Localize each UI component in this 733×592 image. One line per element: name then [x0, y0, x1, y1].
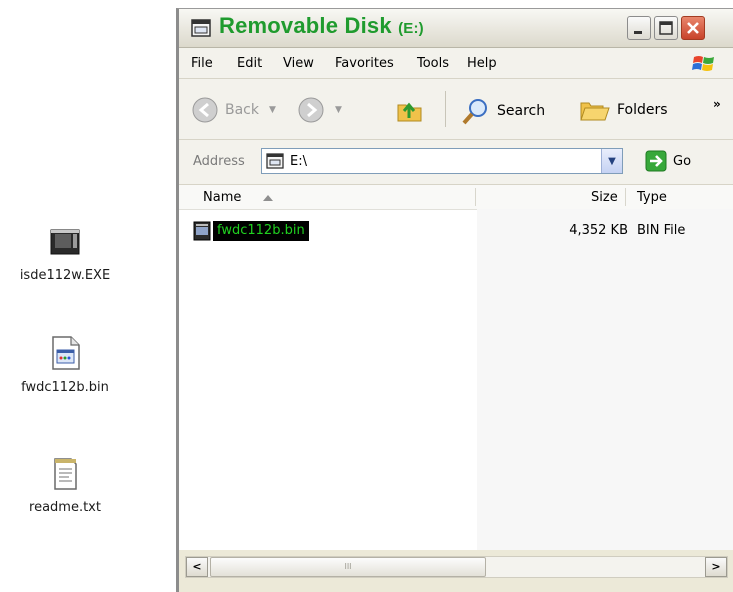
- close-icon: [687, 22, 699, 34]
- toolbar-separator: [445, 91, 446, 127]
- window-title-main: Removable Disk: [219, 13, 392, 38]
- minimize-button[interactable]: [627, 16, 651, 40]
- column-header-size[interactable]: Size: [591, 190, 618, 205]
- toolbar: Back ▼ ▼ Search Folders »: [179, 79, 733, 140]
- window-title: Removable Disk (E:): [219, 13, 424, 39]
- file-size: 4,352 KB: [569, 223, 628, 238]
- desktop-icon-txt[interactable]: readme.txt: [0, 456, 130, 515]
- go-label: Go: [673, 153, 692, 169]
- address-label: Address: [193, 154, 245, 169]
- file-type: BIN File: [637, 223, 686, 238]
- explorer-window: Removable Disk (E:) File Edit View Favor…: [176, 8, 733, 592]
- column-divider[interactable]: [625, 188, 626, 206]
- back-label: Back: [225, 102, 259, 118]
- search-label: Search: [497, 103, 546, 119]
- menu-bar: File Edit View Favorites Tools Help: [179, 48, 733, 79]
- desktop-icon-label: fwdc112b.bin: [21, 380, 109, 395]
- menu-tools[interactable]: Tools: [417, 56, 449, 71]
- windows-logo-icon: [692, 56, 714, 71]
- window-title-drive: (E:): [398, 20, 424, 37]
- toolbar-overflow-chevron[interactable]: »: [713, 97, 721, 111]
- address-input[interactable]: E:\ ▼: [261, 148, 623, 174]
- maximize-button[interactable]: [654, 16, 678, 40]
- file-list: Name Size Type fwdc112b.bin 4,352 KB BIN…: [179, 185, 733, 550]
- column-divider[interactable]: [475, 188, 476, 206]
- drive-address-icon: [266, 153, 284, 169]
- bin-file-small-icon: [193, 221, 211, 241]
- minimize-icon: [634, 31, 642, 34]
- address-dropdown-button[interactable]: ▼: [601, 149, 622, 173]
- title-bar[interactable]: Removable Disk (E:): [179, 9, 733, 48]
- text-file-icon: [54, 458, 77, 490]
- up-folder-button[interactable]: [395, 96, 425, 124]
- folders-label: Folders: [617, 102, 668, 118]
- column-headers: Name Size Type: [179, 185, 733, 210]
- menu-favorites[interactable]: Favorites: [335, 56, 394, 71]
- file-name[interactable]: fwdc112b.bin: [213, 221, 309, 241]
- forward-dropdown-icon[interactable]: ▼: [335, 105, 342, 115]
- search-button[interactable]: Search: [461, 96, 545, 126]
- address-value: E:\: [290, 154, 307, 169]
- sorted-column-shade: [477, 209, 733, 550]
- menu-view[interactable]: View: [283, 56, 314, 71]
- go-button[interactable]: Go: [645, 150, 691, 172]
- bin-file-icon: [52, 336, 80, 370]
- folders-button[interactable]: Folders: [579, 96, 668, 124]
- drive-window-icon: [191, 19, 211, 37]
- menu-edit[interactable]: Edit: [237, 56, 262, 71]
- horizontal-scrollbar[interactable]: < III >: [179, 550, 733, 592]
- desktop-icon-bin[interactable]: fwdc112b.bin: [0, 334, 130, 395]
- sort-ascending-icon: [263, 195, 273, 201]
- file-row[interactable]: fwdc112b.bin 4,352 KB BIN File: [179, 221, 733, 241]
- folders-icon: [580, 102, 610, 121]
- exe-installer-icon: [50, 229, 80, 255]
- scrollbar-thumb[interactable]: III: [210, 557, 486, 577]
- forward-button[interactable]: ▼: [297, 96, 342, 124]
- menu-file[interactable]: File: [191, 56, 213, 71]
- column-header-type[interactable]: Type: [637, 190, 667, 205]
- scroll-left-button[interactable]: <: [186, 557, 208, 577]
- go-arrow-icon: [645, 150, 667, 172]
- desktop-icon-label: isde112w.EXE: [19, 268, 111, 283]
- desktop-icon-exe[interactable]: isde112w.EXE: [0, 224, 130, 283]
- scrollbar-track[interactable]: < III >: [185, 556, 728, 578]
- menu-help[interactable]: Help: [467, 56, 497, 71]
- address-bar: Address E:\ ▼ Go: [179, 140, 733, 185]
- forward-arrow-icon: [298, 97, 324, 123]
- back-button[interactable]: Back ▼: [191, 96, 276, 124]
- back-dropdown-icon[interactable]: ▼: [269, 105, 276, 115]
- up-folder-icon: [397, 102, 422, 122]
- chevron-down-icon: ▼: [608, 155, 616, 167]
- close-button[interactable]: [681, 16, 705, 40]
- maximize-icon: [659, 21, 673, 35]
- desktop-icon-label: readme.txt: [29, 500, 101, 515]
- back-arrow-icon: [192, 97, 218, 123]
- search-icon: [462, 99, 487, 125]
- column-header-name[interactable]: Name: [203, 190, 241, 205]
- scroll-right-button[interactable]: >: [705, 557, 727, 577]
